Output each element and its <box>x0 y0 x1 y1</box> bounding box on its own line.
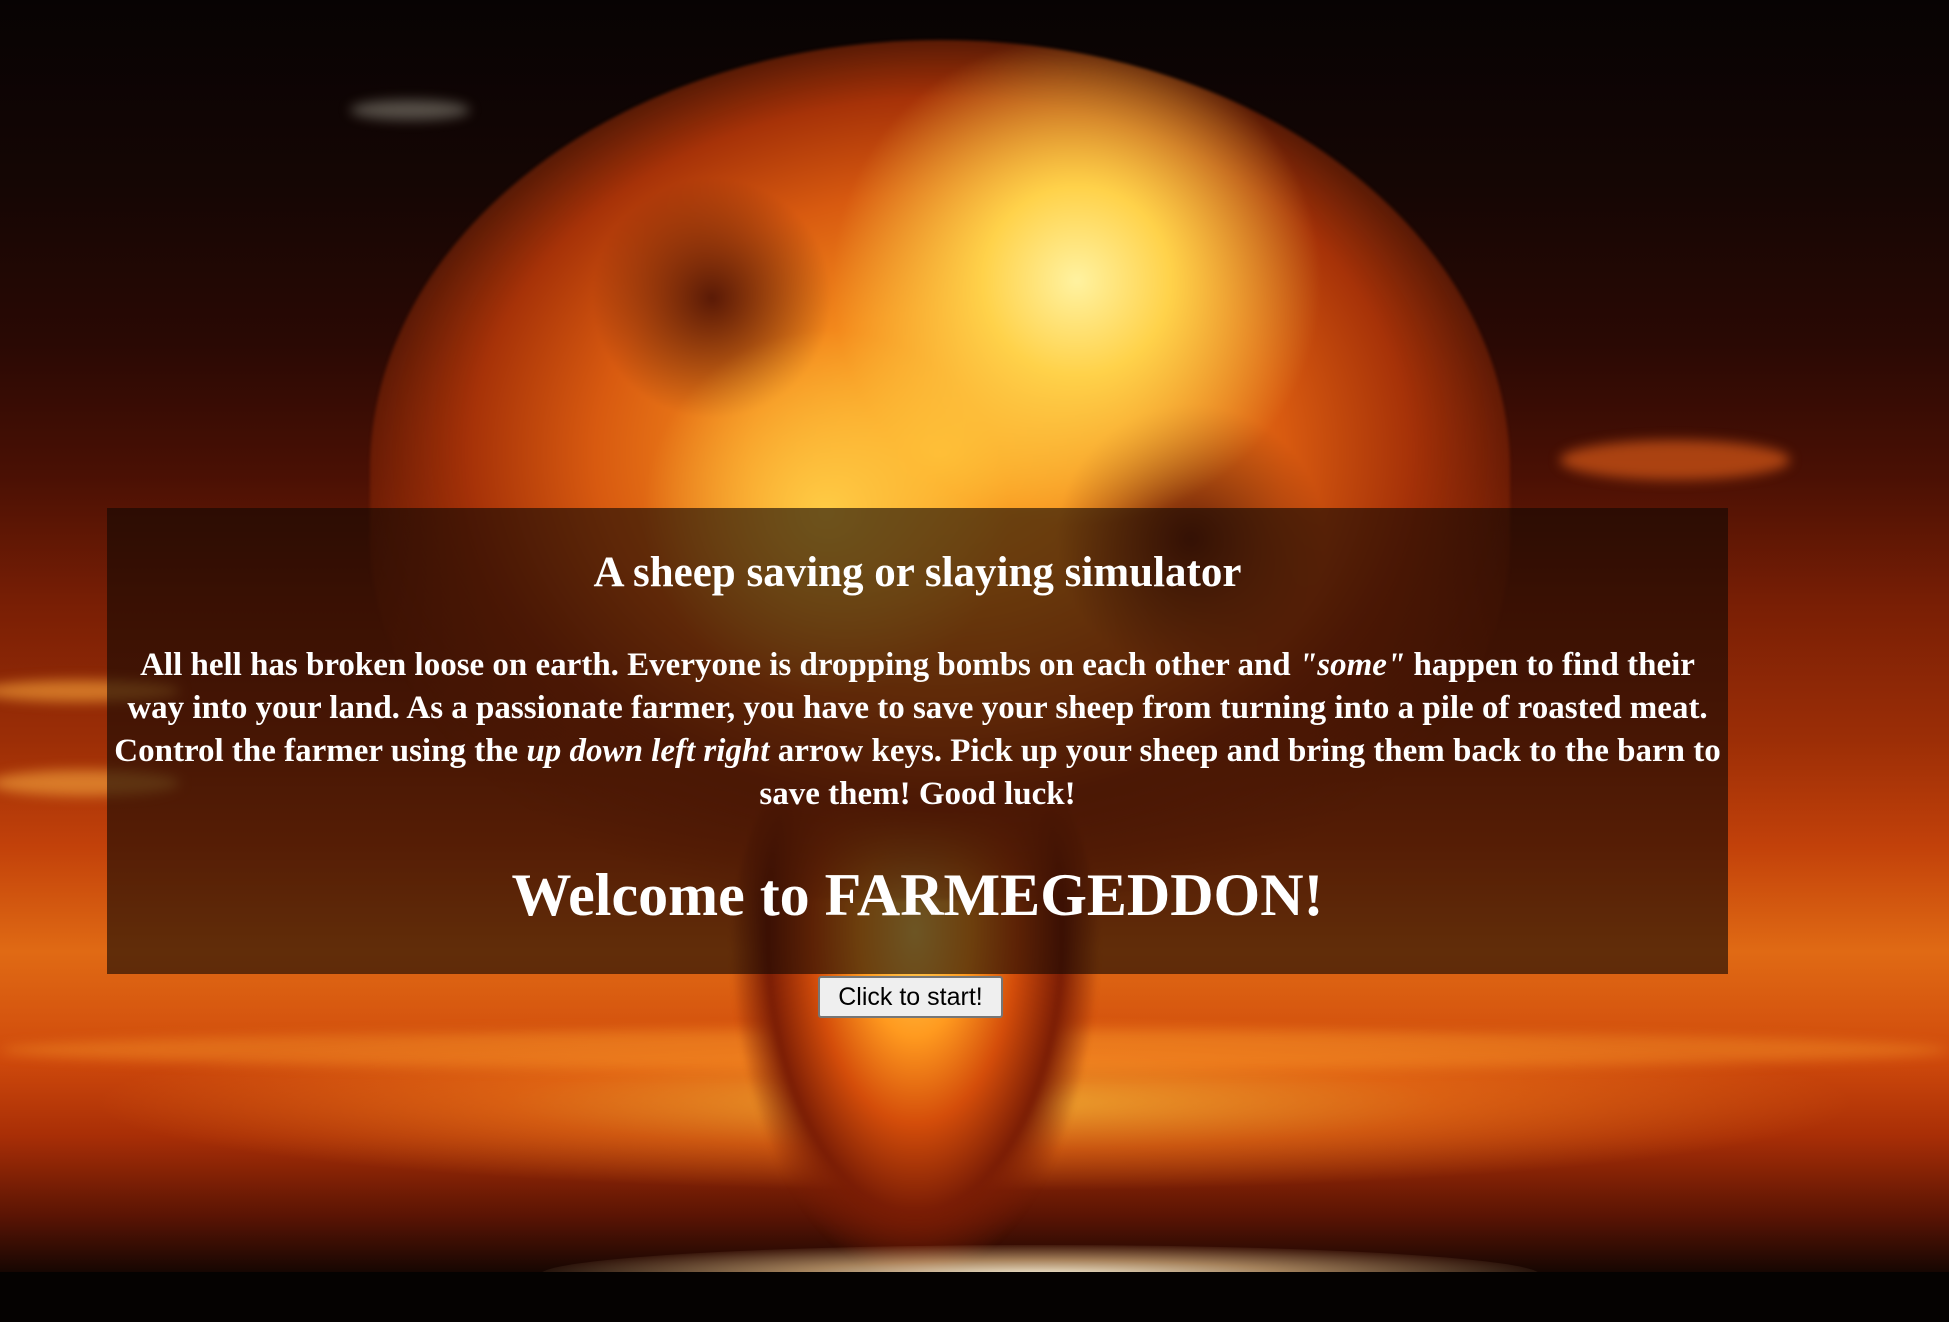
intro-panel: A sheep saving or slaying simulator All … <box>107 508 1728 974</box>
game-description: All hell has broken loose on earth. Ever… <box>107 644 1728 816</box>
cloud-streak-top <box>350 100 470 120</box>
cloud-streak-right <box>1560 440 1790 480</box>
description-emphasis-keys: up down left right <box>526 733 770 769</box>
start-button[interactable]: Click to start! <box>818 976 1003 1018</box>
game-subtitle: A sheep saving or slaying simulator <box>593 549 1242 596</box>
welcome-title: Welcome to FARMEGEDDON! <box>511 862 1324 928</box>
description-text-1: All hell has broken loose on earth. Ever… <box>140 647 1299 683</box>
description-emphasis-some: "some" <box>1298 647 1406 683</box>
game-screen: A sheep saving or slaying simulator All … <box>0 0 1949 1322</box>
ground <box>0 1272 1949 1322</box>
description-text-3: arrow keys. Pick up your sheep and bring… <box>759 733 1721 812</box>
